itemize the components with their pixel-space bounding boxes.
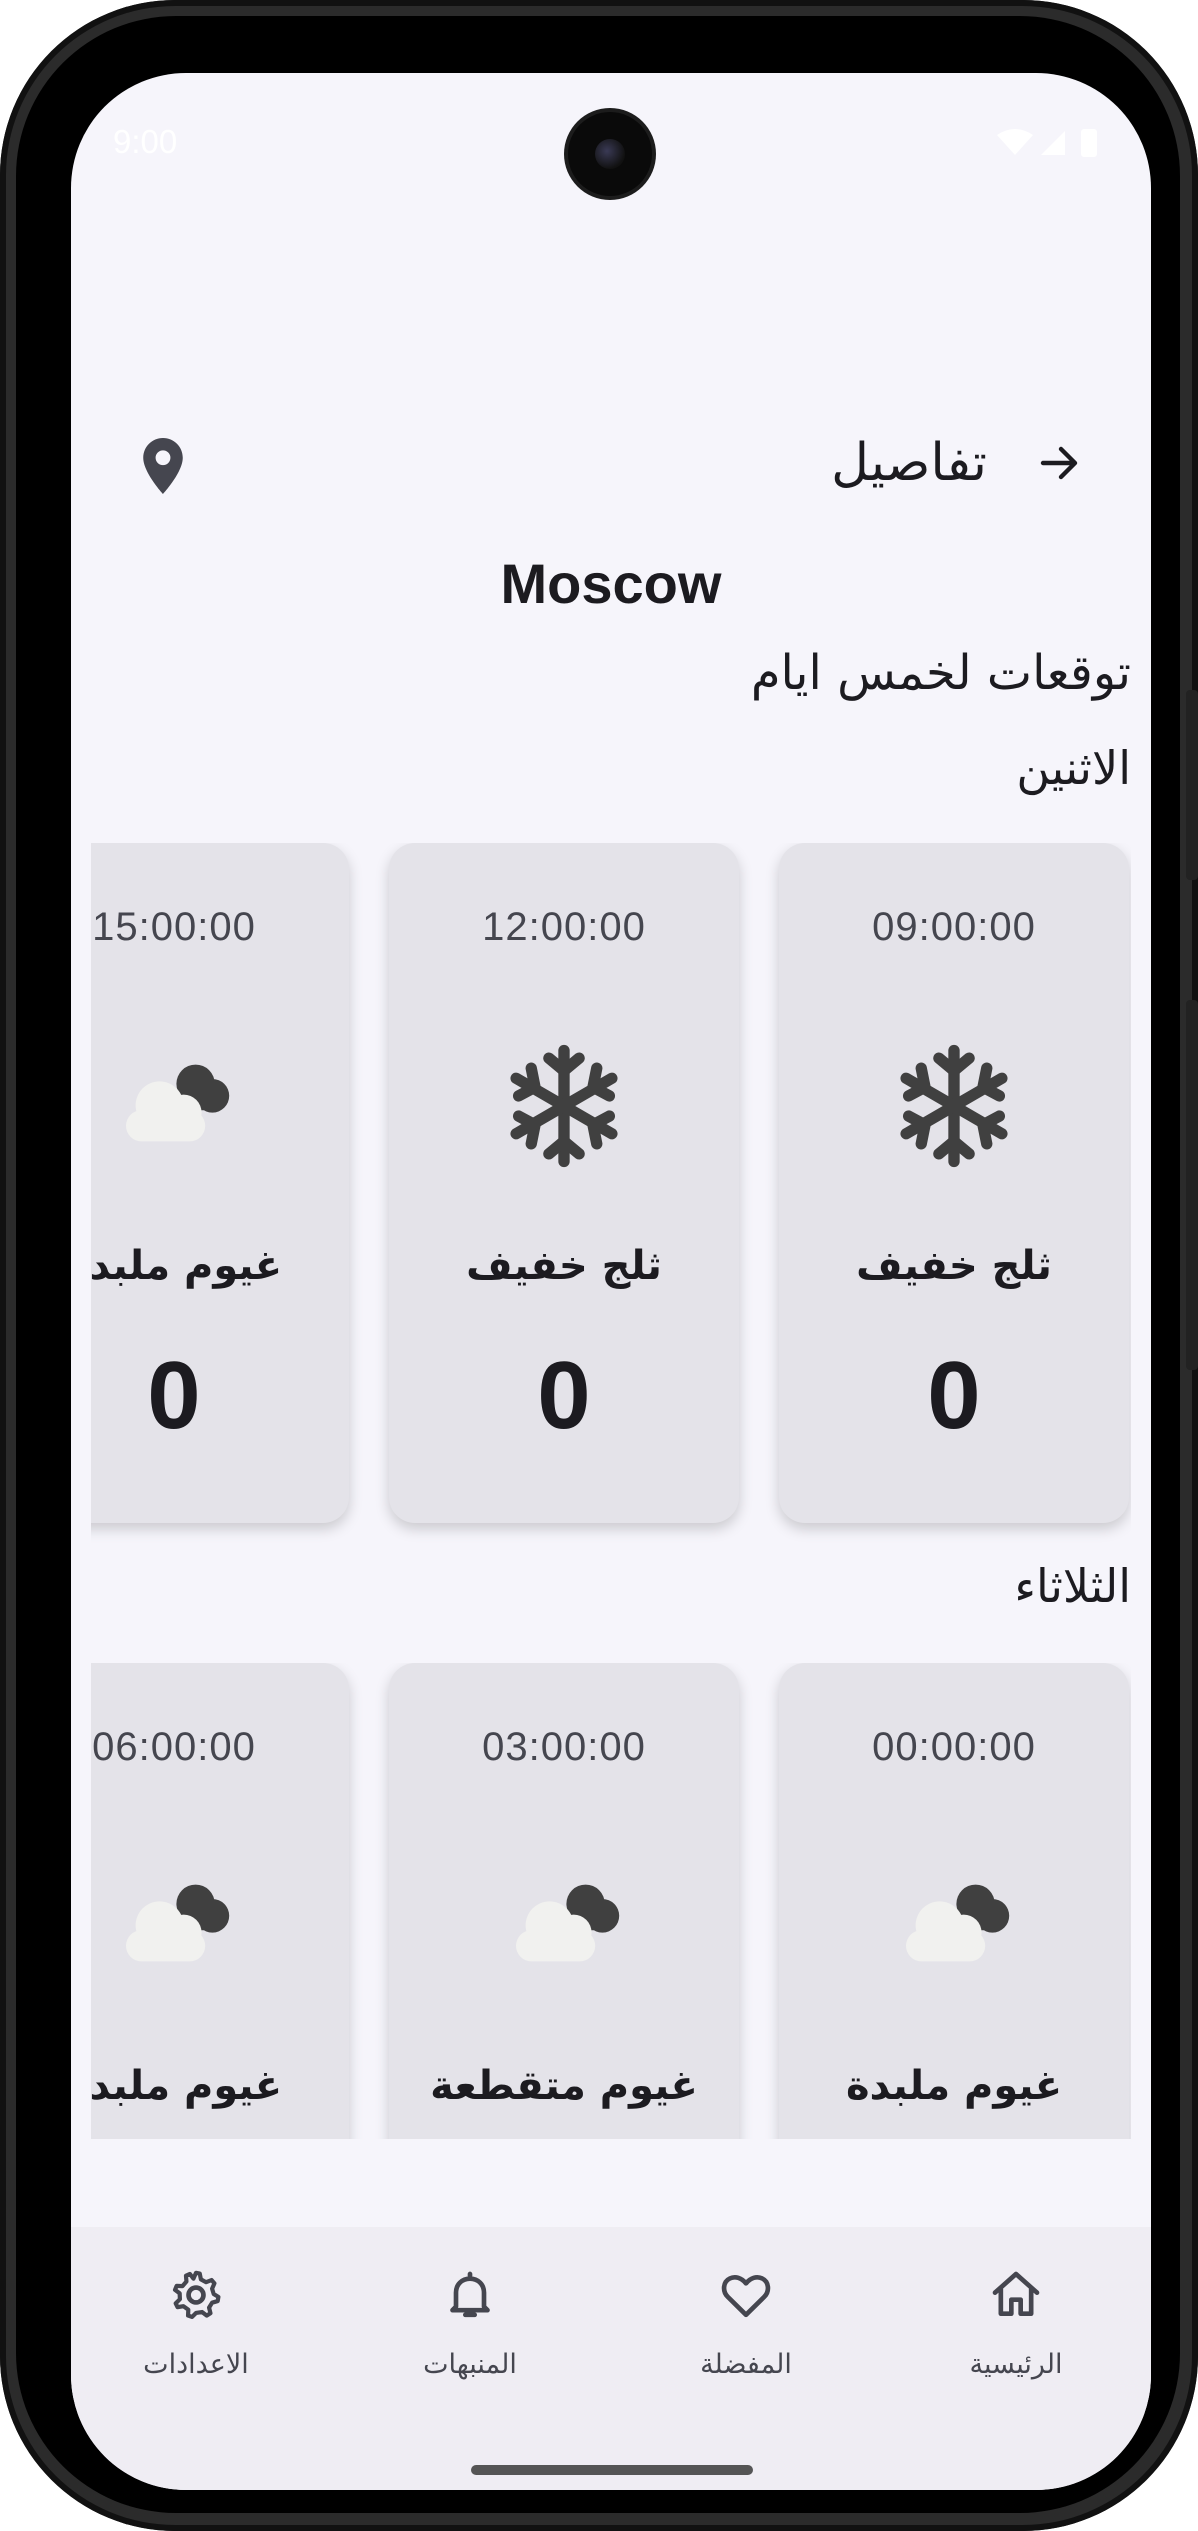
location-pin-icon[interactable]: [143, 438, 183, 494]
nav-home[interactable]: الرئيسية: [901, 2267, 1131, 2380]
signal-battery-icon: [997, 129, 1097, 157]
forecast-card[interactable]: 06:00:00 غيوم ملبدة: [91, 1663, 349, 2139]
screen: 9:00 تفاصيل Moscow توقعات لخمس ايام الاث…: [71, 73, 1151, 2490]
card-description: ثلج خفيف: [466, 1243, 662, 1289]
bezel: 9:00 تفاصيل Moscow توقعات لخمس ايام الاث…: [16, 16, 1180, 2513]
nav-alerts-label: المنبهات: [423, 2349, 517, 2380]
card-time: 12:00:00: [482, 905, 646, 949]
status-icons: [995, 125, 1105, 166]
forecast-card[interactable]: 09:00:00 ثلج خفيف 0: [779, 843, 1129, 1523]
day-label-monday: الاثنين: [1016, 741, 1131, 795]
snowflake-icon: [510, 1044, 618, 1168]
bottom-navigation: الرئيسية المفضلة المنبهات الاعدادات: [71, 2227, 1151, 2490]
clouds-icon: [126, 1064, 230, 1142]
front-camera: [568, 112, 652, 196]
card-description: غيوم ملبدة: [845, 2063, 1063, 2109]
card-time: 15:00:00: [92, 905, 256, 949]
card-description: ثلج خفيف: [856, 1243, 1052, 1289]
card-time: 00:00:00: [872, 1725, 1036, 1769]
gear-icon: [172, 2270, 221, 2320]
forecast-card[interactable]: 15:00:00 غيوم ملبدة 0: [91, 843, 349, 1523]
clouds-icon: [906, 1884, 1010, 1962]
forecast-card[interactable]: 03:00:00 غيوم متقطعة: [389, 1663, 739, 2139]
nav-settings-label: الاعدادات: [143, 2349, 249, 2380]
nav-settings[interactable]: الاعدادات: [81, 2267, 311, 2380]
power-button: [1186, 1000, 1198, 1370]
status-time: 9:00: [113, 123, 178, 160]
card-description: غيوم ملبدة: [91, 2063, 283, 2109]
card-temperature: 0: [927, 1342, 981, 1449]
clouds-icon: [126, 1884, 230, 1962]
card-temperature: 0: [147, 1342, 201, 1449]
nav-favorites[interactable]: المفضلة: [631, 2267, 861, 2380]
forecast-card[interactable]: 12:00:00 ثلج خفيف 0: [389, 843, 739, 1523]
card-temperature: 0: [537, 1342, 591, 1449]
forecast-row-tuesday[interactable]: 00:00:00 غيوم ملبدة 03:00:00 غيوم متقطعة…: [91, 1663, 1131, 2139]
phone-frame: 9:00 تفاصيل Moscow توقعات لخمس ايام الاث…: [0, 0, 1198, 2531]
heart-icon: [721, 2274, 771, 2318]
city-name: Moscow: [500, 552, 722, 615]
gesture-home-bar[interactable]: [471, 2465, 753, 2475]
details-button[interactable]: تفاصيل: [831, 428, 1083, 498]
snowflake-icon: [900, 1044, 1008, 1168]
volume-button: [1186, 690, 1198, 880]
bell-icon: [450, 2271, 490, 2318]
arrow-right-icon: [1040, 446, 1078, 480]
card-time: 03:00:00: [482, 1725, 646, 1769]
forecast-card[interactable]: 00:00:00 غيوم ملبدة: [779, 1663, 1129, 2139]
details-label: تفاصيل: [831, 433, 987, 493]
card-time: 06:00:00: [92, 1725, 256, 1769]
nav-home-label: الرئيسية: [969, 2349, 1063, 2380]
card-description: غيوم متقطعة: [430, 2063, 698, 2109]
home-icon: [992, 2271, 1040, 2316]
card-description: غيوم ملبدة: [91, 1243, 283, 1289]
nav-alerts[interactable]: المنبهات: [355, 2267, 585, 2380]
day-label-tuesday: الثلاثاء: [1014, 1559, 1131, 1613]
nav-favorites-label: المفضلة: [700, 2349, 792, 2380]
clouds-icon: [516, 1884, 620, 1962]
forecast-row-monday[interactable]: 09:00:00 ثلج خفيف 0 12:00:00 ثلج خفيف 0 …: [91, 843, 1131, 1613]
forecast-title: توقعات لخمس ايام: [750, 645, 1131, 701]
card-time: 09:00:00: [872, 905, 1036, 949]
